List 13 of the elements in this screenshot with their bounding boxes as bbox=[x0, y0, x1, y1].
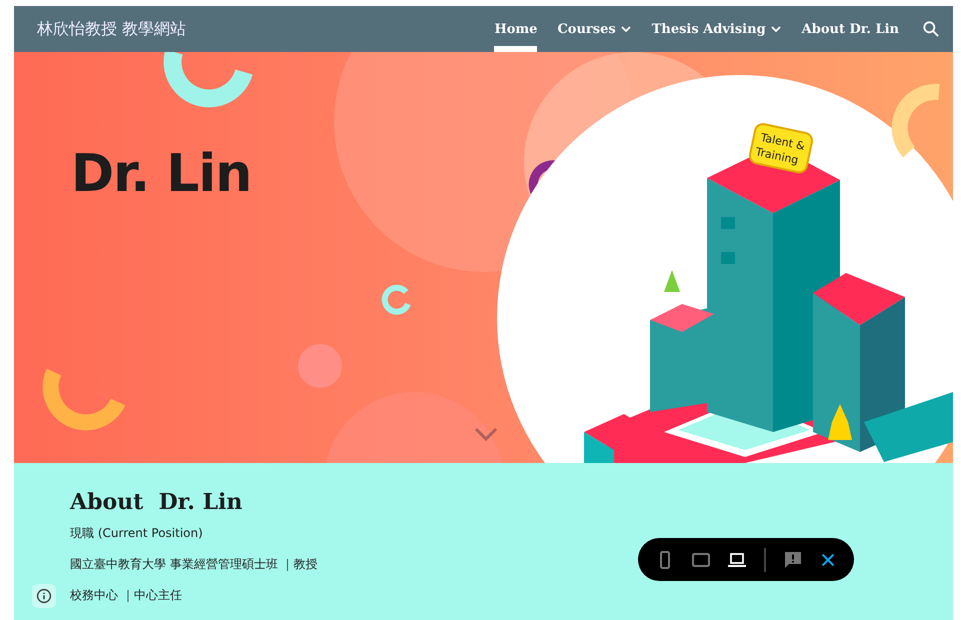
position-text: 國立臺中教育大學 事業經營管理碩士班 ｜教授 bbox=[70, 556, 318, 573]
section-heading: About Dr. Lin bbox=[70, 489, 244, 515]
position-text: 現職 (Current Position) bbox=[70, 525, 203, 542]
hero-title: Dr. Lin bbox=[71, 144, 252, 204]
feedback-icon bbox=[783, 550, 803, 570]
info-button[interactable] bbox=[32, 584, 56, 608]
site-title[interactable]: 林欣怡教授 教學網站 bbox=[37, 18, 186, 40]
position-text: 校務中心 ｜中心主任 bbox=[70, 587, 182, 604]
nav-link[interactable]: Courses bbox=[557, 6, 632, 52]
info-icon bbox=[36, 588, 52, 604]
nav-link[interactable]: Thesis Advising bbox=[652, 6, 782, 52]
search-icon[interactable] bbox=[921, 19, 941, 39]
nav-link[interactable]: About Dr. Lin bbox=[802, 6, 899, 52]
